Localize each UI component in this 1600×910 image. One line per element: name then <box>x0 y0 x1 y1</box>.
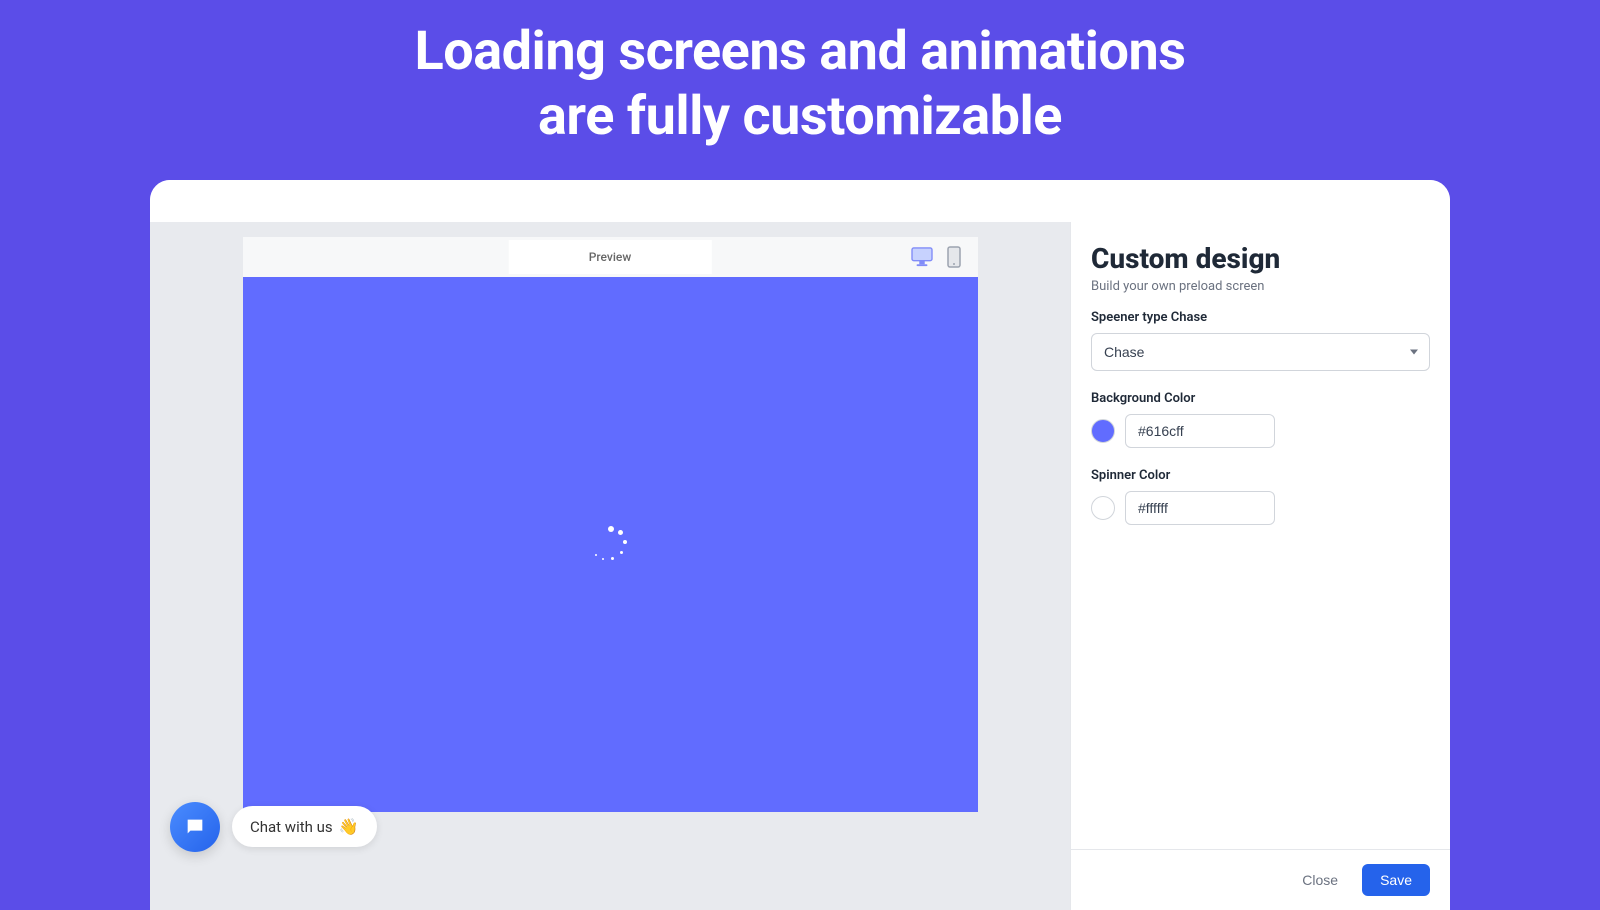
preview-header: Preview <box>243 237 978 277</box>
spinner-type-select[interactable]: Chase <box>1091 333 1430 371</box>
app-body: Preview <box>150 222 1450 910</box>
hero-line-2: are fully customizable <box>538 85 1062 148</box>
settings-content: Custom design Build your own preload scr… <box>1071 222 1450 849</box>
spinner-color-group: Spinner Color <box>1091 468 1430 525</box>
background-color-swatch[interactable] <box>1091 419 1115 443</box>
app-window: Preview <box>150 180 1450 910</box>
preview-tab-label: Preview <box>589 250 632 264</box>
spinner-type-group: Speener type Chase Chase <box>1091 310 1430 371</box>
spinner-type-label: Speener type Chase <box>1091 310 1430 325</box>
close-button[interactable]: Close <box>1288 864 1352 896</box>
chat-bubble[interactable]: Chat with us 👋 <box>232 806 377 847</box>
mobile-icon[interactable] <box>942 245 966 269</box>
background-color-group: Background Color <box>1091 391 1430 448</box>
preview-container: Preview <box>243 237 978 812</box>
wave-emoji-icon: 👋 <box>339 817 359 836</box>
panel-subtitle: Build your own preload screen <box>1091 279 1430 294</box>
spinner-color-swatch[interactable] <box>1091 496 1115 520</box>
chat-widget: Chat with us 👋 <box>170 802 377 852</box>
preview-canvas <box>243 277 978 812</box>
save-button[interactable]: Save <box>1362 864 1430 896</box>
hero-title: Loading screens and animations are fully… <box>0 0 1600 180</box>
loading-spinner-icon <box>592 526 628 562</box>
panel-footer: Close Save <box>1071 849 1450 910</box>
background-color-input[interactable] <box>1125 414 1275 448</box>
chat-icon <box>184 816 206 838</box>
device-toggles <box>910 245 966 269</box>
chat-button[interactable] <box>170 802 220 852</box>
chat-label: Chat with us <box>250 818 333 836</box>
desktop-icon[interactable] <box>910 245 934 269</box>
spinner-type-select-wrapper: Chase <box>1091 333 1430 371</box>
spinner-color-input[interactable] <box>1125 491 1275 525</box>
spinner-color-row <box>1091 491 1430 525</box>
background-color-row <box>1091 414 1430 448</box>
settings-panel: Custom design Build your own preload scr… <box>1070 222 1450 910</box>
preview-tab[interactable]: Preview <box>509 240 712 274</box>
preview-area: Preview <box>150 222 1070 910</box>
spinner-color-label: Spinner Color <box>1091 468 1430 483</box>
background-color-label: Background Color <box>1091 391 1430 406</box>
hero-line-1: Loading screens and animations <box>415 20 1186 83</box>
app-topbar <box>150 180 1450 222</box>
panel-title: Custom design <box>1091 242 1430 275</box>
